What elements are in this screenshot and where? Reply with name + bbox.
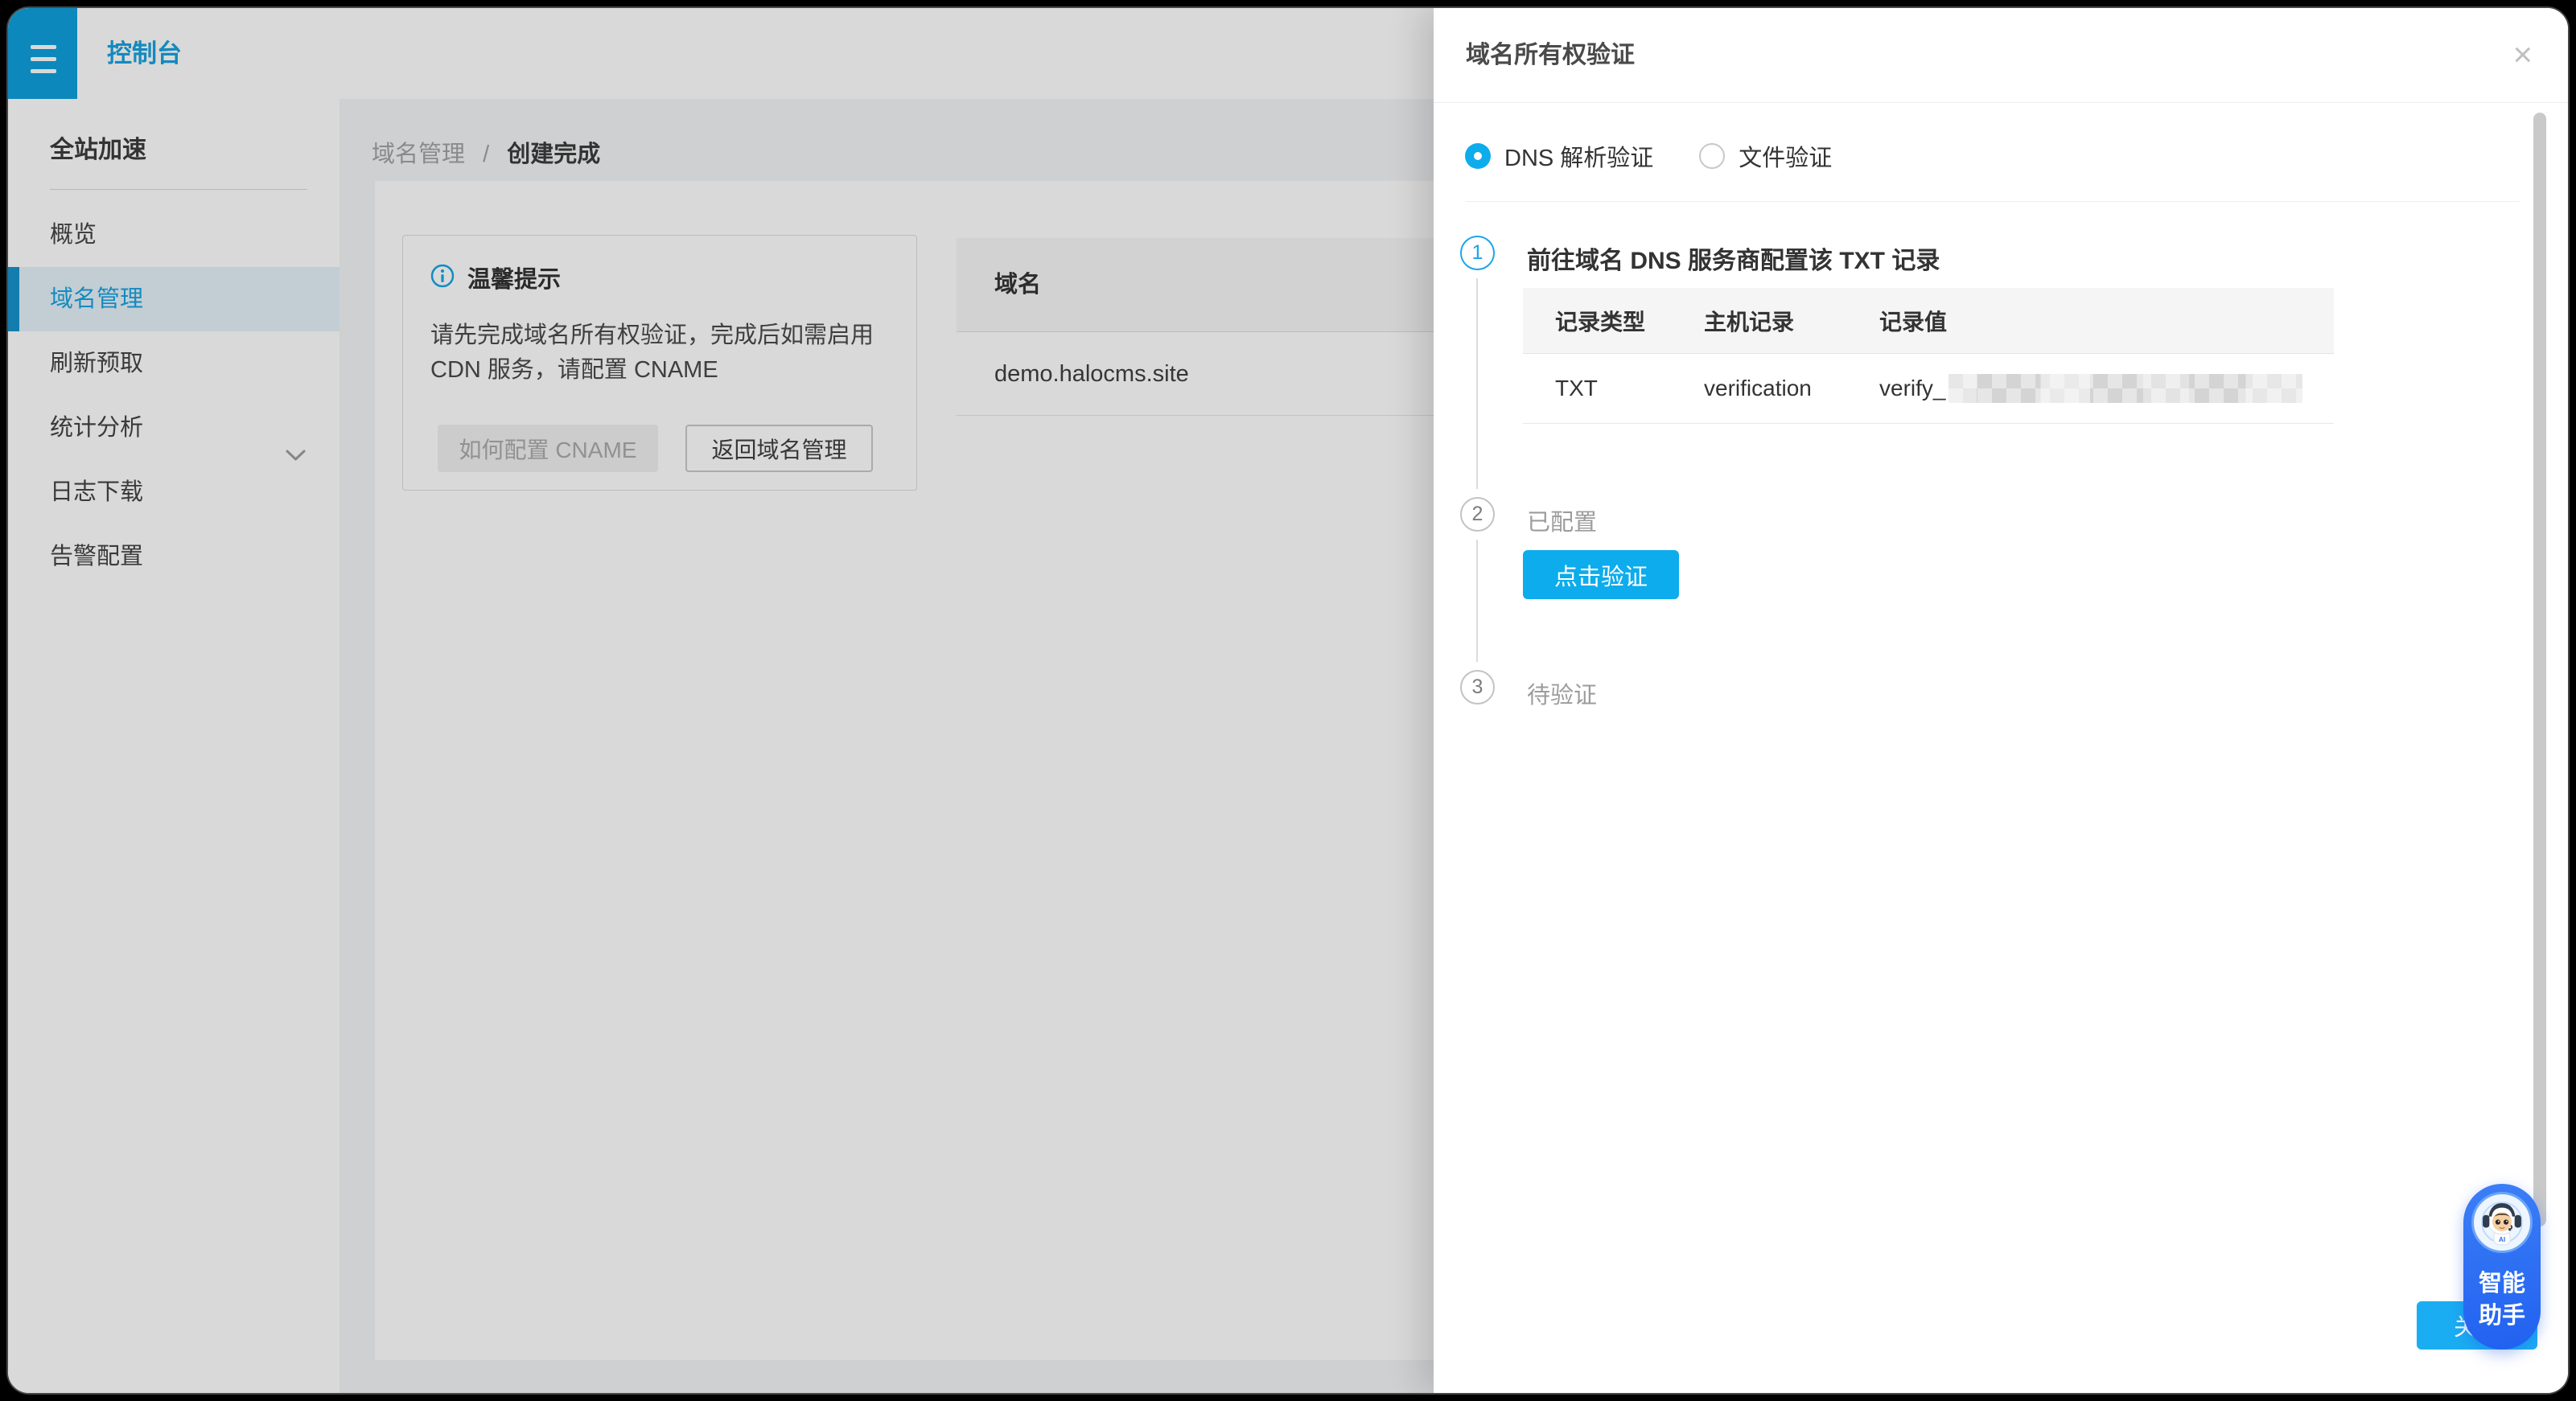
record-host: verification: [1672, 376, 1847, 401]
redacted-value: [1948, 374, 2302, 403]
assistant-avatar: AI: [2471, 1192, 2533, 1253]
txt-record-table-header: 记录类型 主机记录 记录值: [1523, 288, 2334, 354]
ai-assistant-widget[interactable]: AI 智能 助手: [2463, 1184, 2541, 1350]
verification-drawer: 域名所有权验证 × DNS 解析验证 文件验证 1 前往域名 DNS 服务商配置…: [1434, 8, 2568, 1393]
step-2-indicator: 2: [1460, 497, 1495, 532]
radio-checked-icon: [1465, 143, 1491, 169]
radio-file-verification[interactable]: 文件验证: [1699, 139, 1832, 173]
drawer-divider: [1466, 201, 2520, 202]
console-window: 控制台 全站加速 概览 域名管理 刷新预取 统计分析 日志下载: [8, 8, 2568, 1393]
step-connector: [1476, 540, 1478, 662]
step-connector: [1476, 278, 1478, 489]
record-value: verify_: [1847, 374, 2334, 403]
verification-method-radios: DNS 解析验证 文件验证: [1465, 139, 1832, 173]
assistant-label: 智能 助手: [2463, 1267, 2541, 1332]
record-type: TXT: [1523, 376, 1672, 401]
step-1-indicator: 1: [1460, 236, 1495, 270]
step-3-title: 待验证: [1527, 676, 1597, 710]
scrollbar-thumb[interactable]: [2533, 113, 2546, 1226]
step-1-title: 前往域名 DNS 服务商配置该 TXT 记录: [1527, 240, 1940, 276]
ai-badge: AI: [2499, 1236, 2505, 1243]
step-3-indicator: 3: [1460, 670, 1495, 705]
txt-record-table: 记录类型 主机记录 记录值 TXT verification verify_: [1523, 288, 2334, 424]
radio-dns-verification[interactable]: DNS 解析验证: [1465, 139, 1653, 173]
modal-overlay[interactable]: [8, 8, 1434, 1393]
drawer-title: 域名所有权验证: [1466, 8, 1635, 102]
step-2-title: 已配置: [1527, 503, 1597, 537]
drawer-header: 域名所有权验证 ×: [1434, 8, 2568, 103]
txt-record-table-row: TXT verification verify_: [1523, 354, 2334, 424]
close-icon[interactable]: ×: [2512, 31, 2533, 79]
click-to-verify-button[interactable]: 点击验证: [1523, 550, 1679, 599]
radio-unchecked-icon: [1699, 143, 1725, 169]
